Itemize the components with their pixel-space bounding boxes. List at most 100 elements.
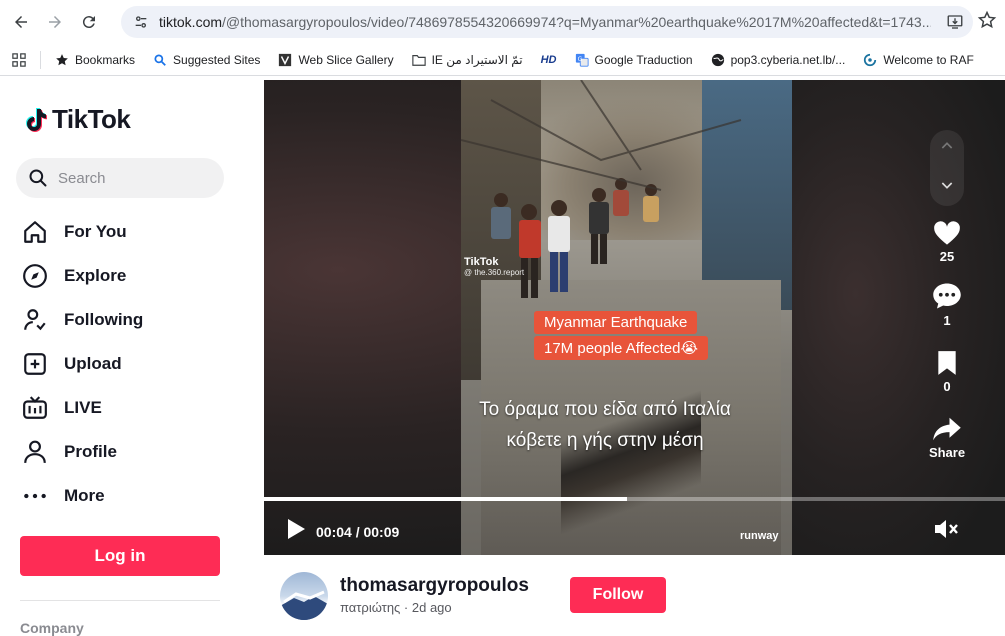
chevron-down-icon[interactable] [939, 177, 955, 198]
login-button[interactable]: Log in [20, 536, 220, 576]
more-icon [20, 481, 50, 511]
video-player[interactable]: TikTok @ the.360.report Myanmar Earthqua… [264, 80, 1005, 555]
hd-icon: HD [540, 53, 557, 66]
comment-button[interactable]: 1 [930, 282, 964, 328]
comment-count: 1 [943, 313, 951, 328]
bookmark-welcome-raf[interactable]: Welcome to RAF [863, 53, 974, 67]
search-icon [29, 169, 47, 187]
avatar[interactable] [280, 572, 328, 620]
follow-button[interactable]: Follow [570, 577, 666, 613]
search-icon [154, 53, 166, 66]
address-bar[interactable]: tiktok.com/@thomasargyropoulos/video/748… [121, 6, 973, 38]
tiktok-watermark: TikTok @ the.360.report [464, 256, 524, 277]
site-settings-icon[interactable] [131, 12, 151, 32]
reload-button[interactable] [72, 5, 106, 39]
author-row: thomasargyropoulos πατριώτης · 2d ago Fo… [264, 555, 1005, 633]
share-label: Share [928, 445, 966, 460]
tiktok-note-icon [26, 107, 47, 132]
nav-label: For You [64, 222, 127, 241]
greek-line1: Το όραμα που είδα από Ιταλία [479, 399, 731, 420]
following-icon [20, 305, 50, 335]
web-slice-icon [279, 53, 292, 66]
search-box[interactable] [16, 158, 224, 198]
translate-icon: G [575, 53, 589, 67]
mute-icon[interactable] [934, 518, 960, 540]
nav-label: LIVE [64, 398, 102, 417]
forward-button[interactable] [38, 5, 72, 39]
like-count: 25 [939, 249, 955, 264]
share-button[interactable]: Share [928, 416, 966, 460]
greek-line2: κόβετε η γής στην μέση [506, 430, 704, 451]
arrow-left-icon [15, 16, 27, 28]
progress-bar[interactable] [264, 497, 1005, 501]
sidebar-divider [20, 600, 220, 601]
folder-icon [411, 54, 426, 66]
nav-label: More [64, 486, 105, 505]
raf-icon [864, 53, 877, 66]
tiktok-logo[interactable]: TikTok [24, 104, 131, 135]
profile-icon [20, 437, 50, 467]
tiktok-wordmark: TikTok [52, 104, 131, 134]
caption-line2: 17M people Affected😭 [534, 336, 709, 360]
bookmark-pop3-cyberia[interactable]: pop3.cyberia.net.lb/... [711, 53, 845, 67]
install-app-icon[interactable] [943, 10, 967, 34]
heart-icon [934, 221, 960, 245]
nav-label: Profile [64, 442, 117, 461]
reload-icon [82, 16, 95, 29]
arrow-right-icon [49, 16, 61, 28]
home-icon [20, 217, 50, 247]
video-backdrop-right [792, 80, 1005, 555]
nav-label: Explore [64, 266, 127, 285]
play-icon[interactable] [286, 518, 306, 545]
author-username[interactable]: thomasargyropoulos [340, 575, 529, 597]
bookmark-ie-imported[interactable]: IE تمّ الاستيراد من [411, 53, 523, 67]
bookmark-star-icon[interactable] [977, 10, 999, 32]
comment-icon [933, 283, 961, 309]
svg-text:G: G [577, 55, 582, 62]
nav-profile[interactable]: Profile [20, 430, 143, 474]
nav-explore[interactable]: Explore [20, 254, 143, 298]
search-input[interactable] [58, 169, 208, 187]
chevron-up-icon[interactable] [939, 138, 955, 159]
runway-watermark: runway [740, 530, 779, 542]
bookmark-hd[interactable]: HD [541, 54, 557, 66]
nav-label: Upload [64, 354, 122, 373]
apps-icon[interactable] [12, 52, 26, 67]
watermark-user: @ the.360.report [464, 268, 525, 277]
bookmark-suggested-sites[interactable]: Suggested Sites [153, 53, 260, 67]
sidebar: TikTok For You Explore Following [0, 80, 264, 636]
greek-subtitle: Το όραμα που είδα από Ιταλία κόβετε η γή… [460, 394, 750, 456]
nav-label: Following [64, 310, 144, 329]
upload-icon [20, 349, 50, 379]
compass-icon [20, 261, 50, 291]
globe-icon [711, 53, 724, 66]
main-nav: For You Explore Following Upload LIVE Pr… [20, 210, 143, 518]
author-subtitle: πατριώτης · 2d ago [340, 600, 452, 615]
like-button[interactable]: 25 [930, 220, 964, 264]
share-icon [933, 417, 961, 441]
nav-following[interactable]: Following [20, 298, 143, 342]
nav-upload[interactable]: Upload [20, 342, 143, 386]
nav-more[interactable]: More [20, 474, 143, 518]
bookmark-web-slice-gallery[interactable]: Web Slice Gallery [278, 53, 394, 67]
save-button[interactable]: 0 [930, 350, 964, 394]
time-display: 00:04 / 00:09 [316, 523, 400, 540]
bookmark-icon [938, 351, 956, 375]
back-button[interactable] [4, 5, 38, 39]
save-count: 0 [943, 379, 951, 394]
progress-fill [264, 497, 628, 501]
nav-for-you[interactable]: For You [20, 210, 143, 254]
caption-line1: Myanmar Earthquake [534, 311, 698, 334]
bookmarks-bar: Bookmarks Suggested Sites Web Slice Gall… [0, 44, 1005, 76]
watermark-logo: TikTok [464, 256, 499, 268]
company-heading[interactable]: Company [20, 620, 84, 636]
live-icon [20, 393, 50, 423]
bookmark-bookmarks[interactable]: Bookmarks [55, 53, 135, 67]
bookmarks-separator [40, 50, 41, 69]
playback-controls: 00:04 / 00:09 [286, 518, 399, 545]
star-icon [56, 53, 68, 65]
bookmark-google-traduction[interactable]: G Google Traduction [575, 53, 693, 67]
url-text: tiktok.com/@thomasargyropoulos/video/748… [159, 14, 931, 30]
nav-live[interactable]: LIVE [20, 386, 143, 430]
browser-toolbar: tiktok.com/@thomasargyropoulos/video/748… [0, 0, 1005, 44]
